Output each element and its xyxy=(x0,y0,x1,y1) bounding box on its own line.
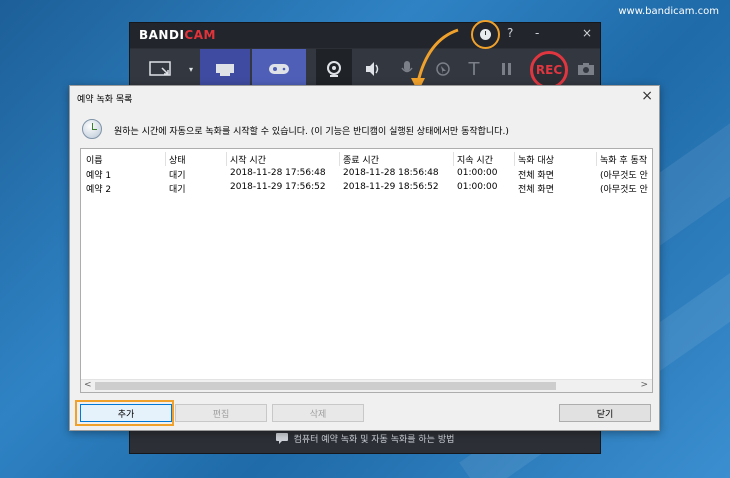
cell-status: 대기 xyxy=(169,171,186,181)
cell-target: 전체 화면 xyxy=(518,171,554,181)
column-header[interactable]: 녹화 대상 xyxy=(518,153,593,166)
header-divider[interactable] xyxy=(453,152,454,166)
table-row[interactable]: 예약 1 대기 2018-11-28 17:56:48 2018-11-28 1… xyxy=(81,167,652,181)
list-header: 이름 상태 시작 시간 종료 시간 지속 시간 녹화 대상 녹화 후 동작 xyxy=(81,152,652,166)
table-row[interactable]: 예약 2 대기 2018-11-29 17:56:52 2018-11-29 1… xyxy=(81,181,652,195)
header-divider[interactable] xyxy=(514,152,515,166)
schedule-dialog: 예약 녹화 목록 × 원하는 시간에 자동으로 녹화를 시작할 수 있습니다. … xyxy=(69,85,660,431)
column-header[interactable]: 상태 xyxy=(169,153,224,166)
header-divider[interactable] xyxy=(339,152,340,166)
cell-duration: 01:00:00 xyxy=(457,168,498,178)
cell-duration: 01:00:00 xyxy=(457,182,498,192)
cell-start-time: 2018-11-28 17:56:48 xyxy=(230,168,326,178)
scroll-right-arrow[interactable]: > xyxy=(640,380,648,390)
column-header[interactable]: 시작 시간 xyxy=(230,153,330,166)
info-text: 원하는 시간에 자동으로 녹화를 시작할 수 있습니다. (이 기능은 반디캠이… xyxy=(114,127,509,137)
scrollbar-thumb[interactable] xyxy=(95,382,556,390)
edit-button[interactable]: 편집 xyxy=(175,404,267,422)
add-button-highlight xyxy=(75,400,174,426)
header-divider[interactable] xyxy=(165,152,166,166)
cell-end-time: 2018-11-29 18:56:52 xyxy=(343,182,439,192)
cell-after-action: (아무것도 안 xyxy=(600,171,648,181)
schedule-list[interactable]: 이름 상태 시작 시간 종료 시간 지속 시간 녹화 대상 녹화 후 동작 예약… xyxy=(80,148,653,393)
cell-target: 전체 화면 xyxy=(518,185,554,195)
cell-end-time: 2018-11-28 18:56:48 xyxy=(343,168,439,178)
dialog-title: 예약 녹화 목록 xyxy=(77,95,133,105)
column-header[interactable]: 이름 xyxy=(86,153,156,166)
scroll-left-arrow[interactable]: < xyxy=(84,380,92,390)
clock-info-icon xyxy=(82,119,102,139)
delete-button[interactable]: 삭제 xyxy=(272,404,364,422)
cell-name: 예약 2 xyxy=(86,185,112,195)
header-divider[interactable] xyxy=(226,152,227,166)
cell-name: 예약 1 xyxy=(86,171,112,181)
column-header[interactable]: 녹화 후 동작 xyxy=(600,153,652,166)
column-header[interactable]: 종료 시간 xyxy=(343,153,443,166)
arrow-to-dialog xyxy=(416,28,459,83)
dialog-close-button[interactable]: × xyxy=(641,88,653,104)
close-dialog-button[interactable]: 닫기 xyxy=(559,404,651,422)
cell-start-time: 2018-11-29 17:56:52 xyxy=(230,182,326,192)
header-divider[interactable] xyxy=(596,152,597,166)
horizontal-scrollbar[interactable]: < > xyxy=(81,379,652,392)
cell-status: 대기 xyxy=(169,185,186,195)
column-header[interactable]: 지속 시간 xyxy=(457,153,512,166)
cell-after-action: (아무것도 안 xyxy=(600,185,648,195)
